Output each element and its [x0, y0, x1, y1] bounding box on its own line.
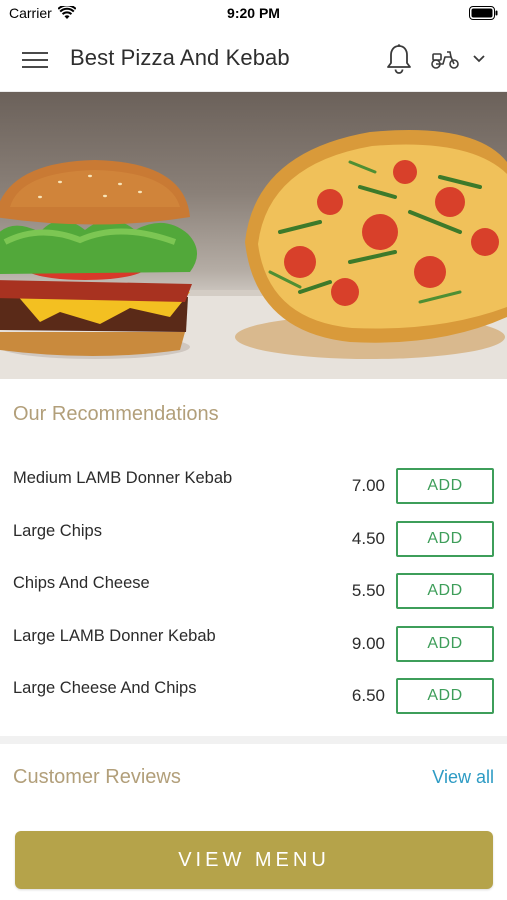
list-item: Large Chips 4.50 ADD	[0, 513, 507, 566]
item-name: Large Cheese And Chips	[13, 679, 197, 697]
add-button[interactable]: ADD	[396, 573, 494, 609]
app-title: Best Pizza And Kebab	[70, 45, 290, 70]
section-divider	[0, 736, 507, 744]
hamburger-menu-icon[interactable]	[22, 49, 48, 71]
recommendations-list: Medium LAMB Donner Kebab 7.00 ADD Large …	[0, 460, 507, 723]
item-price: 7.00	[351, 476, 385, 495]
add-button[interactable]: ADD	[396, 468, 494, 504]
chevron-down-icon[interactable]	[472, 54, 486, 64]
add-button[interactable]: ADD	[396, 625, 494, 662]
list-item: Chips And Cheese 5.50 ADD	[0, 565, 507, 618]
hero-banner	[0, 92, 507, 379]
app-header: Best Pizza And Kebab	[0, 28, 507, 92]
view-all-link[interactable]: View all	[432, 767, 494, 788]
item-name: Large LAMB Donner Kebab	[13, 626, 216, 645]
list-item: Large LAMB Donner Kebab 9.00 ADD	[0, 618, 507, 671]
item-price: 5.50	[351, 581, 385, 600]
item-price: 4.50	[351, 528, 385, 548]
reviews-title: Customer Reviews	[13, 766, 181, 788]
battery-icon	[469, 6, 498, 20]
item-price: 6.50	[351, 686, 385, 705]
list-item: Large Cheese And Chips 6.50 ADD	[0, 670, 507, 723]
item-name: Large Chips	[13, 521, 102, 540]
item-price: 9.00	[351, 633, 385, 653]
burger-and-pizza-photo	[0, 130, 507, 379]
recommendations-title: Our Recommendations	[13, 403, 219, 425]
status-bar: Carrier 9:20 PM	[0, 0, 507, 28]
view-menu-button[interactable]: VIEW MENU	[15, 831, 493, 889]
pizza-graphic	[235, 130, 507, 359]
add-button[interactable]: ADD	[396, 678, 494, 714]
item-name: Medium LAMB Donner Kebab	[13, 469, 233, 487]
list-item: Medium LAMB Donner Kebab 7.00 ADD	[0, 460, 507, 513]
status-time: 9:20 PM	[227, 5, 280, 21]
burger-graphic	[0, 160, 197, 359]
item-name: Chips And Cheese	[13, 574, 150, 592]
bell-icon[interactable]	[385, 43, 413, 75]
scooter-icon[interactable]	[430, 48, 460, 70]
add-button[interactable]: ADD	[396, 520, 494, 557]
